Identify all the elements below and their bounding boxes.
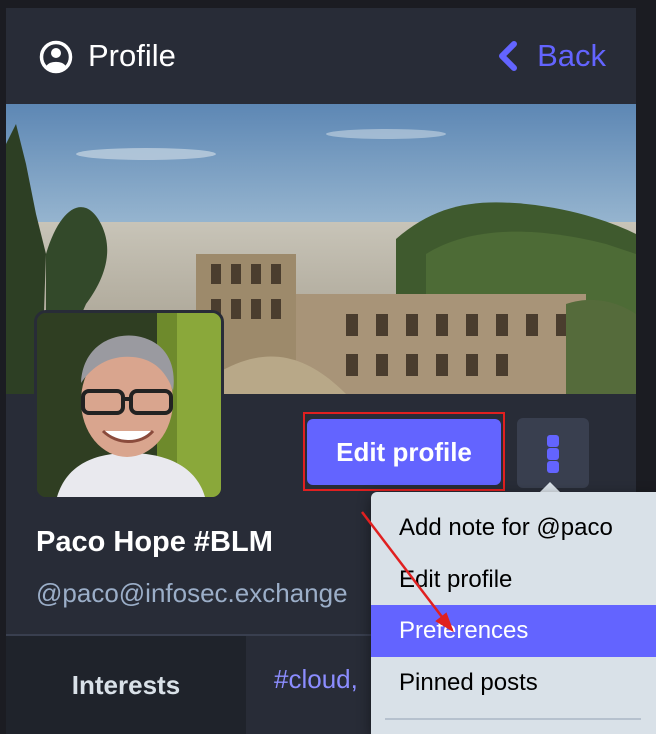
menu-item-pinned-posts[interactable]: Pinned posts xyxy=(371,657,656,709)
avatar[interactable] xyxy=(34,310,224,500)
page-title: Profile xyxy=(88,38,176,73)
menu-item-preferences[interactable]: Preferences xyxy=(371,605,656,657)
more-options-button[interactable] xyxy=(517,418,589,488)
hashtag-link[interactable]: #cloud, xyxy=(274,664,358,695)
edit-profile-button[interactable]: Edit profile xyxy=(307,419,501,485)
display-name: Paco Hope #BLM xyxy=(36,526,273,558)
account-handle: @paco@infosec.exchange xyxy=(36,578,348,608)
user-circle-icon xyxy=(39,40,73,74)
dropdown-pointer xyxy=(540,482,560,492)
back-label: Back xyxy=(537,38,606,73)
back-button[interactable]: Back xyxy=(497,36,606,76)
dropdown-menu: Add note for @paco Edit profile Preferen… xyxy=(371,492,656,734)
menu-item-add-note[interactable]: Add note for @paco xyxy=(371,502,656,554)
tab-interests[interactable]: Interests xyxy=(6,636,246,734)
avatar-photo xyxy=(37,313,221,497)
menu-item-edit-profile[interactable]: Edit profile xyxy=(371,554,656,606)
column-header: Profile Back xyxy=(6,8,636,104)
chevron-left-icon xyxy=(499,41,518,71)
menu-separator xyxy=(385,718,641,720)
